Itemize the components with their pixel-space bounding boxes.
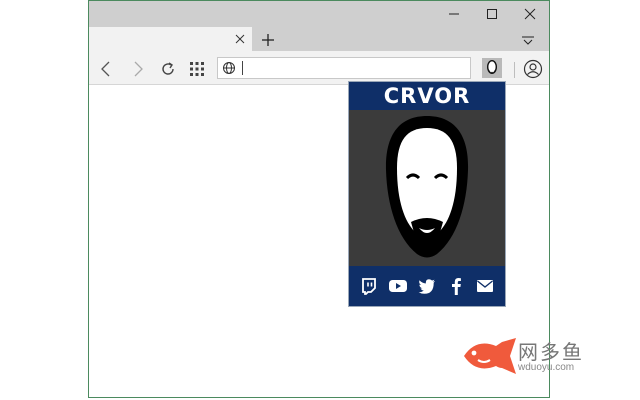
apps-grid-icon [190, 62, 204, 76]
facebook-icon [451, 278, 461, 295]
close-window-button[interactable] [511, 1, 549, 27]
back-arrow-icon [101, 61, 110, 77]
maximize-button[interactable] [473, 1, 511, 27]
watermark-brand: 网多鱼 [518, 340, 584, 364]
maximize-icon [487, 9, 497, 19]
popup-title: CRVOR [383, 84, 471, 108]
crvor-face-icon [487, 60, 497, 74]
email-icon [476, 280, 493, 292]
twitch-icon [362, 278, 377, 295]
profile-icon[interactable] [523, 59, 543, 79]
twitter-link[interactable] [417, 276, 437, 296]
twitch-link[interactable] [359, 276, 379, 296]
minimize-button[interactable] [435, 1, 473, 27]
crvor-extension-popup: CRVOR [348, 81, 506, 307]
tab-close-button[interactable] [232, 31, 248, 47]
youtube-icon [389, 280, 408, 292]
forward-arrow-icon [134, 61, 143, 77]
youtube-link[interactable] [388, 276, 408, 296]
address-bar[interactable] [217, 57, 471, 79]
popup-header: CRVOR [349, 82, 505, 110]
back-button[interactable] [95, 58, 117, 80]
text-cursor [242, 61, 243, 75]
minimize-icon [449, 13, 459, 15]
toolbar [89, 51, 549, 85]
tab-strip [89, 27, 549, 51]
globe-icon [223, 62, 235, 74]
close-icon [524, 8, 536, 20]
twitter-icon [418, 279, 435, 294]
watermark: 网多鱼 wduoyu.com [462, 334, 602, 378]
active-tab[interactable] [89, 27, 252, 51]
apps-button[interactable] [186, 58, 208, 80]
watermark-url: wduoyu.com [518, 362, 575, 373]
crvor-extension-button[interactable] [482, 58, 502, 78]
fish-logo-icon [464, 338, 516, 374]
toolbar-divider [514, 62, 515, 78]
social-links-bar [349, 266, 505, 306]
tab-list-button[interactable] [519, 31, 537, 49]
tab-list-icon [522, 36, 534, 45]
email-link[interactable] [475, 276, 495, 296]
new-tab-button[interactable] [259, 31, 277, 49]
title-bar [89, 1, 549, 27]
close-icon [235, 34, 245, 44]
reload-icon [162, 62, 174, 75]
address-input[interactable] [246, 59, 466, 77]
forward-button[interactable] [127, 58, 149, 80]
plus-icon [262, 34, 274, 46]
crvor-face-logo [385, 116, 469, 258]
facebook-link[interactable] [446, 276, 466, 296]
reload-button[interactable] [157, 58, 179, 80]
